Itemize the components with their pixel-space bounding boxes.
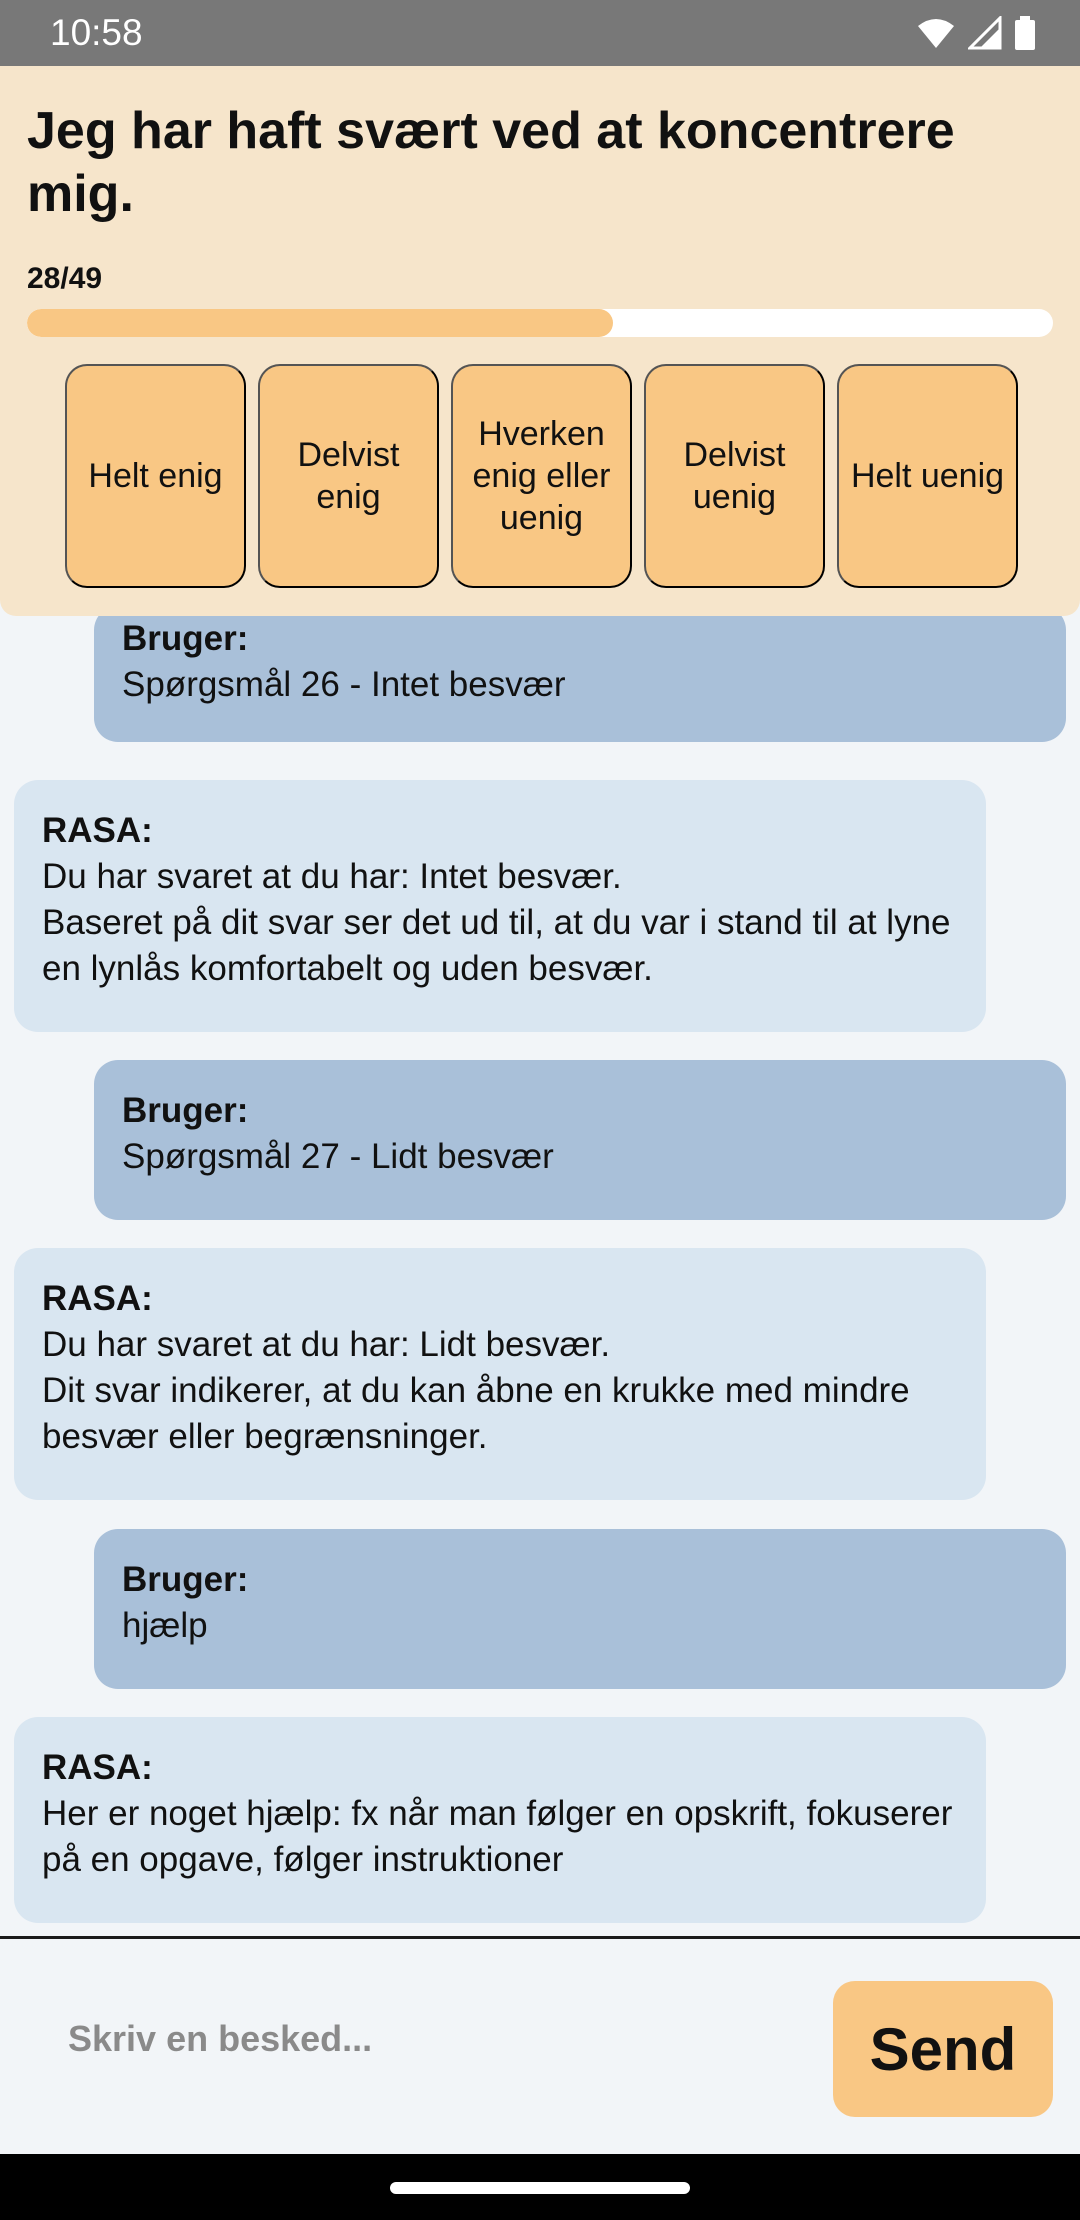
question-panel: Jeg har haft svært ved at koncentrere mi… bbox=[0, 66, 1080, 616]
progress-fill bbox=[27, 309, 614, 337]
status-icons bbox=[916, 16, 1036, 50]
message-composer: Send bbox=[0, 1936, 1080, 2154]
message-text: Her er noget hjælp: fx når man følger en… bbox=[42, 1794, 953, 1879]
battery-icon bbox=[1014, 16, 1036, 50]
status-time: 10:58 bbox=[50, 12, 143, 53]
home-indicator[interactable] bbox=[390, 2182, 690, 2194]
message-sender: RASA: bbox=[42, 1279, 153, 1318]
message-text: Du har svaret at du har: Intet besvær. B… bbox=[42, 857, 951, 988]
message-sender: Bruger: bbox=[122, 1091, 249, 1130]
send-button[interactable]: Send bbox=[833, 1981, 1053, 2117]
message-input[interactable] bbox=[40, 1989, 800, 2089]
wifi-icon bbox=[916, 16, 956, 50]
message-sender: Bruger: bbox=[122, 1560, 249, 1599]
answer-helt-uenig[interactable]: Helt uenig bbox=[837, 364, 1018, 588]
answer-hverken-enig-eller-uenig[interactable]: Hverken enig eller uenig bbox=[451, 364, 632, 588]
navigation-bar bbox=[0, 2154, 1080, 2220]
chat-message-user: Bruger: Spørgsmål 26 - Intet besvær bbox=[94, 616, 1066, 742]
progress-count: 28/49 bbox=[27, 262, 103, 295]
message-text: Du har svaret at du har: Lidt besvær. Di… bbox=[42, 1325, 910, 1456]
chat-message-user: Bruger: hjælp bbox=[94, 1529, 1066, 1689]
message-sender: RASA: bbox=[42, 1748, 153, 1787]
chat-message-bot: RASA: Du har svaret at du har: Intet bes… bbox=[14, 780, 986, 1032]
answer-helt-enig[interactable]: Helt enig bbox=[65, 364, 246, 588]
message-text: hjælp bbox=[122, 1606, 208, 1645]
chat-message-bot: RASA: Her er noget hjælp: fx når man føl… bbox=[14, 1717, 986, 1923]
signal-icon bbox=[968, 16, 1002, 50]
chat-message-user: Bruger: Spørgsmål 27 - Lidt besvær bbox=[94, 1060, 1066, 1220]
answer-delvist-enig[interactable]: Delvist enig bbox=[258, 364, 439, 588]
answer-options: Helt enig Delvist enig Hverken enig elle… bbox=[65, 364, 1025, 588]
question-title: Jeg har haft svært ved at koncentrere mi… bbox=[27, 102, 955, 223]
chat-message-bot: RASA: Du har svaret at du har: Lidt besv… bbox=[14, 1248, 986, 1500]
message-sender: Bruger: bbox=[122, 619, 249, 658]
message-text: Spørgsmål 26 - Intet besvær bbox=[122, 665, 566, 704]
answer-delvist-uenig[interactable]: Delvist uenig bbox=[644, 364, 825, 588]
chat-area[interactable]: Bruger: Spørgsmål 26 - Intet besvær RASA… bbox=[0, 616, 1080, 1936]
message-text: Spørgsmål 27 - Lidt besvær bbox=[122, 1137, 554, 1176]
message-sender: RASA: bbox=[42, 811, 153, 850]
progress-bar bbox=[27, 309, 1053, 337]
status-bar: 10:58 bbox=[0, 0, 1080, 66]
